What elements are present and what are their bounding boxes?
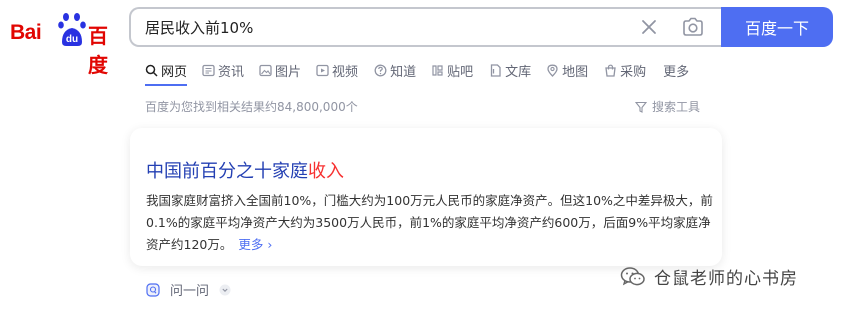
search-box xyxy=(129,7,721,47)
result-title[interactable]: 中国前百分之十家庭收入 xyxy=(146,157,344,183)
ask-icon xyxy=(146,282,160,297)
tab-zhidao[interactable]: 知道 xyxy=(374,60,416,80)
logo-paw-text: du xyxy=(66,34,78,45)
news-icon xyxy=(202,64,215,76)
tab-label: 地图 xyxy=(562,64,589,80)
wechat-icon xyxy=(620,266,645,285)
more-link[interactable]: 更多 › xyxy=(238,237,272,252)
tab-label: 文库 xyxy=(505,64,532,80)
result-abstract: 我国家庭财富挤入全国前10%，门槛大约为100万元人民币的家庭净资产。但这10%… xyxy=(146,190,714,256)
logo-text-baidu: 百度 xyxy=(88,24,108,77)
filter-icon xyxy=(635,101,647,113)
nav-tabs: 网页 资讯 图片 视频 知道 贴吧 文库 地图 采购 更多 xyxy=(145,60,689,86)
video-icon xyxy=(316,64,329,76)
tab-label: 知道 xyxy=(390,64,417,80)
baidu-logo[interactable]: Bai du 百度 xyxy=(10,12,120,77)
ask-row[interactable]: 问一问 xyxy=(146,280,231,299)
clear-icon[interactable] xyxy=(639,17,659,37)
tab-label: 图片 xyxy=(275,64,302,80)
watermark-text: 仓鼠老师的心书房 xyxy=(654,269,798,289)
tab-label: 更多 xyxy=(663,64,690,80)
result-title-text: 中国前百分之十家庭 xyxy=(146,161,308,182)
tab-label: 视频 xyxy=(332,64,359,80)
logo-text-bai: Bai xyxy=(10,21,42,44)
tieba-icon xyxy=(432,64,443,76)
tab-news[interactable]: 资讯 xyxy=(202,60,244,80)
tab-video[interactable]: 视频 xyxy=(316,60,358,80)
tab-tieba[interactable]: 贴吧 xyxy=(431,60,473,80)
tab-wenku[interactable]: 文库 xyxy=(489,60,531,80)
tab-procurement[interactable]: 采购 xyxy=(604,60,646,80)
result-card: 中国前百分之十家庭收入 我国家庭财富挤入全国前10%，门槛大约为100万元人民币… xyxy=(130,128,722,266)
search-tools-button[interactable]: 搜索工具 xyxy=(635,98,700,115)
chevron-down-icon xyxy=(219,284,231,295)
map-icon xyxy=(547,64,558,77)
camera-icon[interactable] xyxy=(681,16,705,38)
search-button[interactable]: 百度一下 xyxy=(721,7,833,47)
search-input[interactable] xyxy=(145,9,615,45)
paw-logo-icon: du xyxy=(58,13,86,46)
shopping-icon xyxy=(605,64,616,77)
tab-label: 网页 xyxy=(161,64,188,80)
tab-web[interactable]: 网页 xyxy=(145,60,188,86)
tab-label: 资讯 xyxy=(218,64,245,80)
document-icon xyxy=(490,63,501,77)
result-count: 百度为您找到相关结果约84,800,000个 xyxy=(145,100,358,114)
tab-images[interactable]: 图片 xyxy=(259,60,301,80)
tab-label: 贴吧 xyxy=(447,64,474,80)
search-tools-label: 搜索工具 xyxy=(652,100,701,114)
question-icon xyxy=(374,64,387,76)
tab-map[interactable]: 地图 xyxy=(546,60,588,80)
tab-more[interactable]: 更多 xyxy=(663,60,689,80)
result-title-highlight: 收入 xyxy=(308,161,344,182)
watermark: 仓鼠老师的心书房 xyxy=(620,264,798,289)
result-abstract-text: 我国家庭财富挤入全国前10%，门槛大约为100万元人民币的家庭净资产。但这10%… xyxy=(146,193,713,252)
ask-label: 问一问 xyxy=(170,284,210,299)
search-icon xyxy=(145,64,158,77)
tab-label: 采购 xyxy=(620,64,647,80)
image-icon xyxy=(259,64,272,76)
